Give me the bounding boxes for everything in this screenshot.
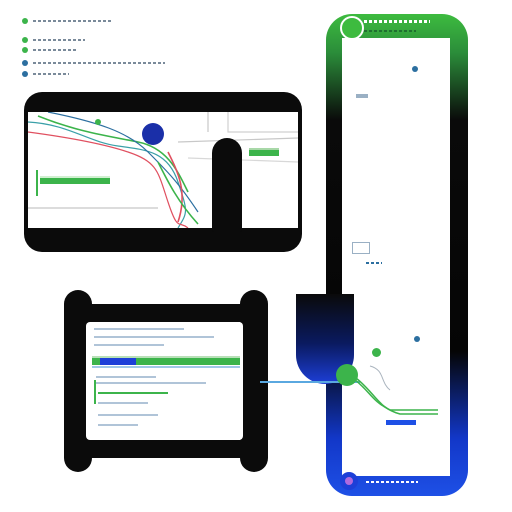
blue-dot-icon xyxy=(412,66,418,72)
phone-subtitle xyxy=(364,30,416,32)
route-map xyxy=(28,112,298,228)
route-map-screen[interactable] xyxy=(28,112,298,228)
lower-frame-top xyxy=(86,304,244,322)
lower-panel-screen[interactable] xyxy=(86,322,243,440)
legend-row xyxy=(22,17,111,25)
legend-row xyxy=(22,70,69,78)
small-label xyxy=(356,94,368,98)
green-dot-icon xyxy=(22,47,28,53)
green-circle-icon[interactable] xyxy=(340,16,364,40)
map-marker-icon xyxy=(142,123,164,145)
phone-footer-label xyxy=(366,481,418,483)
upper-device-frame xyxy=(24,92,302,252)
blue-dot-icon xyxy=(22,71,28,77)
legend-row xyxy=(22,36,85,44)
legend-row xyxy=(22,59,165,67)
purple-dot-icon xyxy=(345,477,353,485)
blue-dot-icon xyxy=(22,60,28,66)
green-progress-bar xyxy=(249,150,279,156)
lower-frame-bottom xyxy=(86,440,244,458)
blue-segment xyxy=(100,358,136,365)
lower-panel-graphic xyxy=(92,328,240,426)
center-pillar xyxy=(212,138,242,232)
legend-row xyxy=(22,46,77,54)
green-connector-icon[interactable] xyxy=(336,364,358,386)
small-text xyxy=(366,262,382,264)
small-box-label xyxy=(352,242,370,254)
green-dot-icon xyxy=(22,37,28,43)
green-dot-icon xyxy=(22,18,28,24)
phone-title xyxy=(364,20,430,23)
map-pin-icon xyxy=(95,119,101,125)
